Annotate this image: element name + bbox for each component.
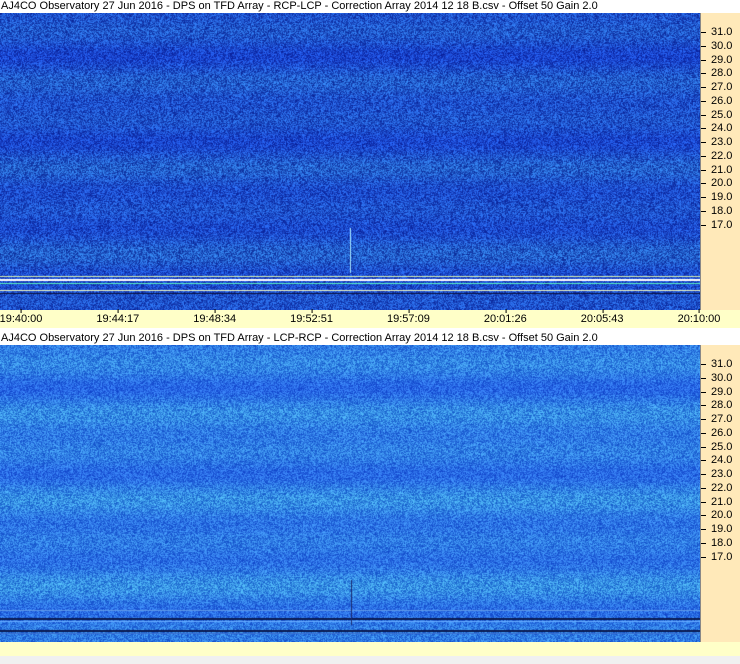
frequency-tick-label: 17.0 xyxy=(700,218,733,231)
spectrogram-panel-bottom: AJ4CO Observatory 27 Jun 2016 - DPS on T… xyxy=(0,332,740,642)
spectrogram-canvas[interactable] xyxy=(0,345,700,642)
frequency-tick-label: 28.0 xyxy=(700,67,733,80)
frequency-tick-label: 17.0 xyxy=(700,550,733,563)
frequency-tick-label: 23.0 xyxy=(700,468,733,480)
frequency-tick-label: 25.0 xyxy=(700,440,733,453)
frequency-tick-label: 30.0 xyxy=(700,39,733,52)
frequency-tick-label: 24.0 xyxy=(700,122,733,135)
panel-title: AJ4CO Observatory 27 Jun 2016 - DPS on T… xyxy=(0,0,740,13)
frequency-tick-label: 22.0 xyxy=(700,149,733,162)
time-tick-label: 19:52:51 xyxy=(290,309,333,325)
frequency-tick-label: 27.0 xyxy=(700,81,733,93)
window-edge xyxy=(0,656,740,664)
frequency-axis: 31.0 30.0 29.0 28.0 27.0 26.0 25.0 24.0 23.0 22.0… xyxy=(700,13,740,310)
time-tick-label: 19:48:34 xyxy=(193,309,237,325)
frequency-tick-label: 31.0 xyxy=(700,26,733,38)
time-tick-label: 20:01:26 xyxy=(483,309,527,325)
time-axis: 19:40:00 19:44:17 19:48:34 19:52:51 19:57:09… xyxy=(0,309,740,328)
frequency-tick-label: 23.0 xyxy=(700,136,733,148)
frequency-tick-label: 19.0 xyxy=(700,523,733,535)
frequency-tick-label: 27.0 xyxy=(700,413,733,425)
frequency-axis: 31.0 30.0 29.0 28.0 27.0 26.0 25.0 24.0 23.0 22.0… xyxy=(700,345,740,642)
time-tick-label: 20:10:00 xyxy=(677,309,721,325)
spectrogram-plot[interactable] xyxy=(0,345,700,642)
frequency-tick-label: 29.0 xyxy=(700,53,733,66)
frequency-tick-label: 26.0 xyxy=(700,94,733,107)
panel-title: AJ4CO Observatory 27 Jun 2016 - DPS on T… xyxy=(0,332,740,345)
frequency-tick-label: 26.0 xyxy=(700,426,733,439)
spectrogram-canvas[interactable] xyxy=(0,13,700,310)
frequency-tick-label: 31.0 xyxy=(700,358,733,370)
frequency-tick-label: 19.0 xyxy=(700,191,733,203)
frequency-tick-label: 18.0 xyxy=(700,536,733,549)
time-tick-label: 20:05:43 xyxy=(580,309,624,325)
frequency-tick-label: 25.0 xyxy=(700,108,733,121)
time-tick-label: 19:44:17 xyxy=(96,309,140,325)
frequency-tick-label: 28.0 xyxy=(700,399,733,412)
frequency-tick-label: 20.0 xyxy=(700,177,733,190)
frequency-tick-label: 24.0 xyxy=(700,454,733,467)
frequency-tick-label: 21.0 xyxy=(700,495,733,508)
frequency-tick-label: 20.0 xyxy=(700,509,733,522)
time-tick-label: 19:57:09 xyxy=(387,309,430,325)
frequency-tick-label: 18.0 xyxy=(700,204,733,217)
frequency-tick-label: 30.0 xyxy=(700,371,733,384)
frequency-tick-label: 29.0 xyxy=(700,385,733,398)
time-tick-label: 19:40:00 xyxy=(0,309,43,325)
frequency-tick-label: 22.0 xyxy=(700,481,733,494)
frequency-tick-label: 21.0 xyxy=(700,163,733,176)
spectrogram-plot[interactable] xyxy=(0,13,700,310)
spectrogram-panel-top: AJ4CO Observatory 27 Jun 2016 - DPS on T… xyxy=(0,0,740,328)
